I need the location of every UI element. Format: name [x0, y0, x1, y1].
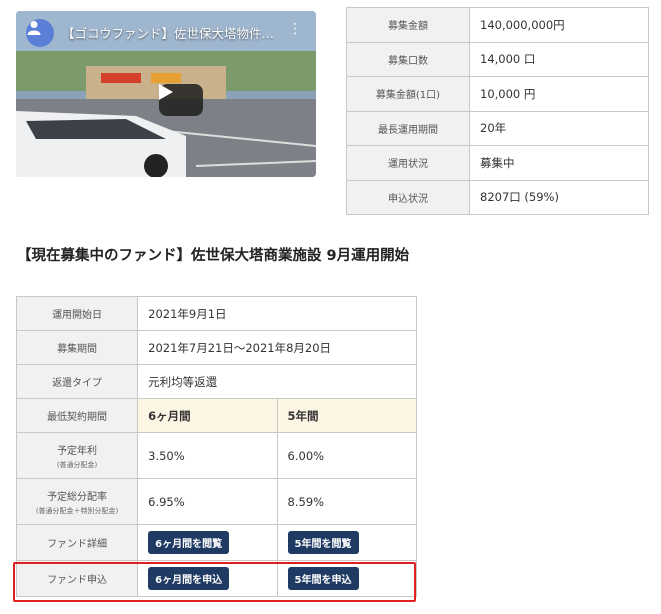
total-label-cell: 予定総分配率 (普通分配金＋特別分配金) [15, 478, 139, 525]
video-thumbnail[interactable]: 【ゴコウファンド】佐世保大塔物件紹... ⋮ [16, 11, 316, 177]
play-icon[interactable] [159, 84, 203, 116]
table-row: 運用開始日 2021年9月1日 [15, 296, 417, 331]
rate-label: 予定年利 [57, 445, 98, 457]
row-value: 140,000,000円 [469, 7, 649, 43]
table-row: 返還タイプ 元利均等返還 [15, 364, 417, 399]
table-row: 募集金額 140,000,000円 [346, 7, 649, 43]
row-label: 最長運用期間 [346, 110, 470, 146]
section-heading: 【現在募集中のファンド】佐世保大塔商業施設 9月運用開始 [17, 248, 410, 264]
rate-sub-label: (普通分配金) [56, 460, 98, 469]
min-term-label: 最低契約期間 [15, 398, 139, 433]
detail-label: ファンド詳細 [15, 524, 139, 561]
rate-label-cell: 予定年利 (普通分配金) [15, 432, 139, 479]
total-label: 予定総分配率 [47, 491, 108, 503]
table-row: 最低契約期間 6ヶ月間 5年間 [15, 398, 418, 433]
total-6m: 6.95% [137, 478, 278, 525]
table-row: 最長運用期間 20年 [346, 110, 649, 146]
row-label: 運用状況 [346, 145, 470, 181]
detail-5y-cell: 5年間を閲覧 [276, 524, 418, 561]
fund-detail-table: 運用開始日 2021年9月1日 募集期間 2021年7月21日～2021年8月2… [15, 296, 418, 597]
table-row: 運用状況 募集中 [346, 145, 649, 181]
apply-row-highlight [13, 562, 416, 602]
detail-6m-cell: 6ヶ月間を閲覧 [137, 524, 278, 561]
repay-type-value: 元利均等返還 [137, 364, 417, 399]
row-value: 14,000 口 [469, 41, 649, 77]
term-6m-header: 6ヶ月間 [137, 398, 278, 433]
table-row: ファンド詳細 6ヶ月間を閲覧 5年間を閲覧 [15, 524, 418, 561]
row-value: 20年 [469, 110, 649, 146]
total-sub-label: (普通分配金＋特別分配金) [35, 506, 119, 515]
table-row: 予定年利 (普通分配金) 3.50% 6.00% [15, 432, 418, 479]
repay-type-label: 返還タイプ [15, 364, 139, 399]
start-date-value: 2021年9月1日 [137, 296, 417, 331]
row-label: 募集口数 [346, 41, 470, 77]
row-label: 募集金額 [346, 7, 470, 43]
table-row: 募集金額(1口) 10,000 円 [346, 76, 649, 112]
row-label: 申込状況 [346, 179, 470, 215]
recruit-period-label: 募集期間 [15, 330, 139, 365]
table-row: 募集期間 2021年7月21日～2021年8月20日 [15, 330, 417, 365]
total-5y: 8.59% [276, 478, 418, 525]
view-5y-button[interactable]: 5年間を閲覧 [287, 531, 359, 554]
fund-summary-table: 募集金額 140,000,000円 募集口数 14,000 口 募集金額(1口)… [346, 7, 649, 215]
user-avatar-icon[interactable] [26, 19, 54, 47]
recruit-period-value: 2021年7月21日～2021年8月20日 [137, 330, 417, 365]
video-title[interactable]: 【ゴコウファンド】佐世保大塔物件紹... [62, 23, 282, 42]
row-label: 募集金額(1口) [346, 76, 470, 112]
view-6m-button[interactable]: 6ヶ月間を閲覧 [148, 531, 230, 554]
table-row: 募集口数 14,000 口 [346, 41, 649, 77]
term-5y-header: 5年間 [276, 398, 418, 433]
table-row: 申込状況 8207口 (59%) [346, 179, 649, 215]
row-value: 10,000 円 [469, 76, 649, 112]
row-value: 8207口 (59%) [469, 179, 649, 215]
rate-6m: 3.50% [137, 432, 278, 479]
start-date-label: 運用開始日 [15, 296, 139, 331]
more-vert-icon[interactable]: ⋮ [288, 21, 302, 37]
row-value: 募集中 [469, 145, 649, 181]
rate-5y: 6.00% [276, 432, 418, 479]
table-row: 予定総分配率 (普通分配金＋特別分配金) 6.95% 8.59% [15, 478, 418, 525]
